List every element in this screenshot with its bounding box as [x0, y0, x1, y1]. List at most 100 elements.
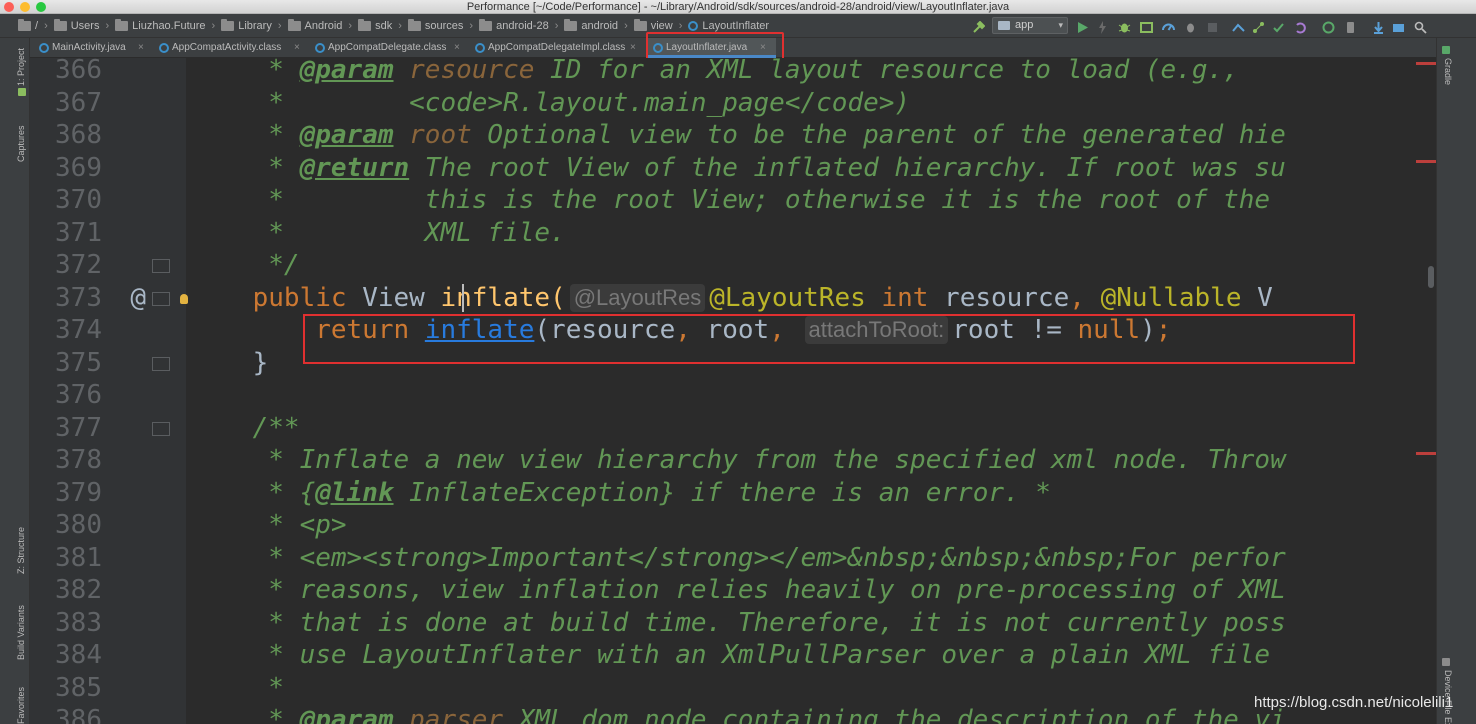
- fold-marker-icon[interactable]: [152, 259, 170, 273]
- breadcrumb-item[interactable]: android: [564, 18, 618, 34]
- left-tool-window-bar: 1: Project Captures Z: Structure Build V…: [0, 38, 30, 724]
- code-editor[interactable]: 366 367 368 369 370 371 372 373 @374 375 376 377 378…: [30, 58, 1436, 724]
- debug-icon[interactable]: [1118, 19, 1131, 33]
- chevron-right-icon: ›: [398, 20, 402, 32]
- editor-scrollbar[interactable]: [1428, 266, 1434, 288]
- fold-marker-icon[interactable]: [152, 291, 170, 306]
- vcs-update-icon[interactable]: [1252, 19, 1265, 33]
- coverage-icon[interactable]: [1140, 19, 1153, 33]
- code-line[interactable]: * that is done at build time. Therefore,…: [190, 607, 1285, 639]
- apply-changes-icon[interactable]: [1096, 19, 1109, 34]
- error-stripe-mark[interactable]: [1416, 160, 1436, 163]
- line-number: 377: [55, 412, 102, 443]
- code-line[interactable]: * reasons, view inflation relies heavily…: [190, 574, 1285, 606]
- breadcrumb-label: Users: [70, 20, 100, 32]
- code-line[interactable]: * {@link InflateException} if there is a…: [190, 477, 1051, 509]
- gradle-tool-button[interactable]: Gradle: [1443, 58, 1453, 85]
- gradle-sync-icon[interactable]: [1322, 19, 1335, 34]
- lightbulb-icon[interactable]: [180, 293, 188, 304]
- chevron-right-icon: ›: [105, 20, 110, 32]
- close-icon[interactable]: ×: [138, 38, 144, 58]
- code-line[interactable]: /**: [190, 412, 300, 444]
- code-line[interactable]: * @param resource ID for an XML layout r…: [190, 58, 1239, 86]
- close-icon[interactable]: ×: [454, 38, 460, 58]
- folder-icon: [407, 19, 421, 31]
- code-token: InflateException} if there is an error. …: [393, 477, 1051, 508]
- code-token: *: [190, 705, 300, 724]
- code-token: int: [881, 282, 929, 313]
- editor-gutter: 366 367 368 369 370 371 372 373 @374 375 376 377 378…: [30, 58, 188, 724]
- avd-manager-icon[interactable]: [1344, 19, 1357, 33]
- device-file-icon[interactable]: [1392, 19, 1405, 32]
- right-tool-window-bar: Gradle Device File Explorer: [1436, 38, 1476, 724]
- code-line[interactable]: * use LayoutInflater with an XmlPullPars…: [190, 639, 1270, 671]
- profiler-icon[interactable]: [1162, 19, 1175, 32]
- tab-appcompatdelegateimpl[interactable]: AppCompatDelegateImpl.class ×: [470, 38, 646, 58]
- text-cursor: [462, 283, 464, 312]
- code-token: *: [190, 152, 300, 183]
- breadcrumb-item[interactable]: Android: [287, 18, 342, 34]
- code-line[interactable]: * <code>R.layout.main_page</code>): [190, 87, 910, 119]
- tab-mainactivity[interactable]: MainActivity.java ×: [34, 38, 154, 58]
- search-icon[interactable]: [1414, 19, 1427, 34]
- favorites-tool-button[interactable]: Favorites: [16, 687, 26, 724]
- code-line[interactable]: * Inflate a new view hierarchy from the …: [190, 444, 1285, 476]
- build-variants-tool-button[interactable]: Build Variants: [16, 605, 26, 660]
- breadcrumb-item[interactable]: Library: [221, 18, 272, 34]
- project-tool-button[interactable]: 1: Project: [16, 48, 26, 86]
- breadcrumb-item[interactable]: /: [18, 18, 38, 34]
- run-configuration-dropdown[interactable]: app ▾: [992, 17, 1068, 34]
- code-line[interactable]: }: [190, 347, 269, 379]
- breadcrumb-item[interactable]: Liuzhao.Future: [115, 18, 206, 34]
- code-line[interactable]: * <p>: [190, 509, 347, 541]
- sync-project-icon[interactable]: [1232, 19, 1245, 32]
- override-marker-icon[interactable]: @: [116, 282, 146, 314]
- run-icon[interactable]: [1076, 19, 1089, 33]
- code-token: @LayoutRes: [709, 282, 866, 313]
- fold-marker-icon[interactable]: [152, 421, 170, 436]
- code-token: *: [190, 672, 284, 703]
- code-line[interactable]: * this is the root View; otherwise it is…: [190, 184, 1270, 216]
- close-icon[interactable]: ×: [294, 38, 300, 58]
- code-line[interactable]: * <em><strong>Important</strong></em>&nb…: [190, 542, 1285, 574]
- close-icon[interactable]: ×: [630, 38, 636, 58]
- code-token: *: [190, 58, 300, 85]
- code-token: The root View of the inflated hierarchy.…: [409, 152, 1286, 183]
- hammer-build-icon[interactable]: [972, 19, 986, 33]
- code-line[interactable]: * @return The root View of the inflated …: [190, 152, 1286, 184]
- tab-appcompatactivity[interactable]: AppCompatActivity.class ×: [154, 38, 310, 58]
- breadcrumb-item[interactable]: Users: [53, 18, 100, 34]
- vcs-history-icon[interactable]: [1294, 19, 1307, 34]
- code-token: ID for an XML layout resource to load (e…: [534, 58, 1239, 85]
- watermark: https://blog.csdn.net/nicolelili1: [1254, 694, 1454, 711]
- code-token: @param: [299, 58, 394, 85]
- code-line[interactable]: * @param parser XML dom node containing …: [190, 704, 1285, 724]
- breadcrumb-item[interactable]: android-28: [479, 18, 549, 34]
- folder-icon: [18, 19, 31, 31]
- code-line[interactable]: * @param root Optional view to be the pa…: [190, 119, 1286, 151]
- line-number: 385: [55, 672, 102, 703]
- code-line[interactable]: */: [190, 249, 299, 281]
- code-token: * <p>: [190, 510, 347, 540]
- line-number: 382: [55, 575, 102, 605]
- tab-appcompatdelegate[interactable]: AppCompatDelegate.class ×: [310, 38, 470, 58]
- code-line[interactable]: public View inflate(@LayoutRes @LayoutRes…: [190, 282, 1273, 314]
- fold-marker-icon[interactable]: [152, 356, 170, 371]
- sdk-manager-icon[interactable]: [1372, 19, 1385, 34]
- breadcrumb-label: sdk: [375, 20, 393, 32]
- vcs-commit-icon[interactable]: [1272, 19, 1285, 33]
- code-token: *: [190, 120, 300, 150]
- captures-tool-button[interactable]: Captures: [16, 125, 26, 162]
- error-stripe-mark[interactable]: [1416, 62, 1436, 65]
- stop-icon[interactable]: [1206, 19, 1219, 32]
- structure-tool-button[interactable]: Z: Structure: [16, 527, 26, 574]
- error-stripe-mark[interactable]: [1416, 452, 1436, 455]
- class-icon: [39, 43, 49, 53]
- code-line[interactable]: * XML file.: [190, 217, 565, 249]
- code-line[interactable]: *: [190, 672, 284, 704]
- attach-debugger-icon[interactable]: [1184, 19, 1197, 33]
- breadcrumb-item[interactable]: sdk: [358, 18, 392, 34]
- code-token: @link: [315, 477, 394, 508]
- breadcrumb-item[interactable]: sources: [407, 18, 463, 34]
